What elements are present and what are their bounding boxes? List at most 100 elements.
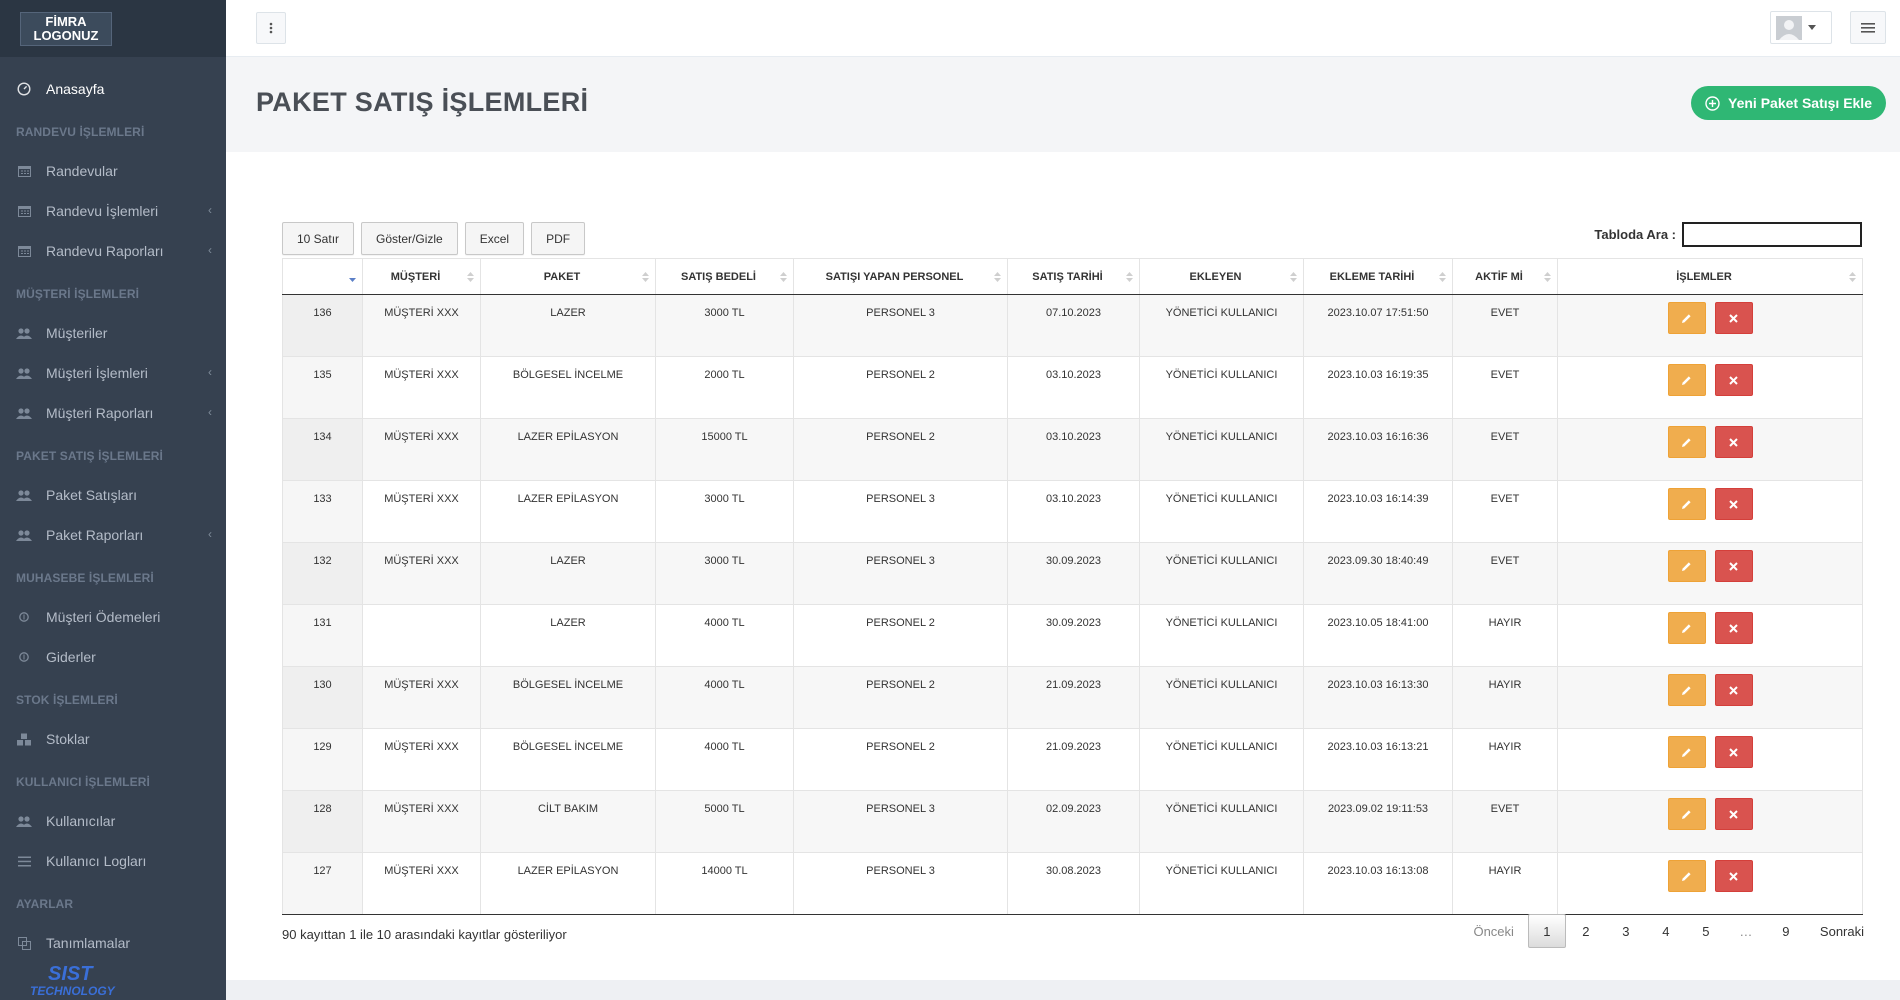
content-panel: 10 Satır Göster/Gizle Excel PDF Tabloda … <box>226 152 1900 980</box>
edit-button[interactable] <box>1667 488 1706 520</box>
sist-technology-logo: SIST TECHNOLOGY <box>30 964 116 998</box>
column-header[interactable]: MÜŞTERİ <box>362 258 481 295</box>
edit-button[interactable] <box>1667 798 1706 830</box>
export-pdf-button[interactable]: PDF <box>531 222 586 255</box>
delete-button[interactable] <box>1714 426 1753 458</box>
actions-cell <box>1557 790 1863 853</box>
column-header[interactable] <box>282 258 363 295</box>
pagination-page[interactable]: 5 <box>1686 914 1726 948</box>
close-icon <box>1729 871 1738 881</box>
sidebar-item[interactable]: Tanımlamalar <box>0 923 226 963</box>
sidebar-item-anasayfa[interactable]: Anasayfa <box>0 69 226 109</box>
sidebar-item[interactable]: Paket Satışları <box>0 475 226 515</box>
column-header[interactable]: EKLEYEN <box>1139 258 1304 295</box>
column-header[interactable]: SATIŞ TARİHİ <box>1007 258 1140 295</box>
table-cell: EVET <box>1452 542 1558 605</box>
table-cell: 2023.10.05 18:41:00 <box>1303 604 1453 667</box>
table-cell: 131 <box>282 604 363 667</box>
search-input[interactable] <box>1682 222 1862 247</box>
edit-button[interactable] <box>1667 674 1706 706</box>
sort-icon <box>1126 272 1133 282</box>
table-cell: PERSONEL 3 <box>793 480 1008 543</box>
table-cell: 127 <box>282 852 363 915</box>
delete-button[interactable] <box>1714 550 1753 582</box>
table-cell: 4000 TL <box>655 728 794 791</box>
delete-button[interactable] <box>1714 364 1753 396</box>
pagination-page[interactable]: 4 <box>1646 914 1686 948</box>
table-cell: LAZER <box>480 294 656 357</box>
delete-button[interactable] <box>1714 488 1753 520</box>
quick-sidebar-toggle[interactable] <box>1850 11 1886 44</box>
table-cell: 2023.10.03 16:19:35 <box>1303 356 1453 419</box>
edit-button[interactable] <box>1667 612 1706 644</box>
table-cell: 03.10.2023 <box>1007 356 1140 419</box>
column-header-label: EKLEME TARİHİ <box>1329 270 1415 283</box>
column-header[interactable]: PAKET <box>480 258 656 295</box>
sidebar-item[interactable]: Paket Raporları ‹ <box>0 515 226 555</box>
column-header[interactable]: İŞLEMLER <box>1557 258 1863 295</box>
delete-button[interactable] <box>1714 860 1753 892</box>
sidebar: FİMRA LOGONUZ Anasayfa RANDEVU İŞLEMLERİ R… <box>0 0 226 1000</box>
pagination-next[interactable]: Sonraki <box>1812 914 1872 948</box>
edit-button[interactable] <box>1667 302 1706 334</box>
table-cell: MÜŞTERİ XXX <box>362 418 481 481</box>
close-icon <box>1729 685 1738 695</box>
edit-button[interactable] <box>1667 426 1706 458</box>
actions-cell <box>1557 728 1863 791</box>
sidebar-item[interactable]: Müşteri Raporları ‹ <box>0 393 226 433</box>
calendar-icon <box>16 164 32 178</box>
edit-button[interactable] <box>1667 364 1706 396</box>
edit-button[interactable] <box>1667 550 1706 582</box>
sidebar-item[interactable]: Randevu İşlemleri ‹ <box>0 191 226 231</box>
table-row: 127 MÜŞTERİ XXX LAZER EPİLASYON 14000 TL PER… <box>282 852 1863 915</box>
pagination-page[interactable]: 1 <box>1527 914 1566 948</box>
export-excel-button[interactable]: Excel <box>464 222 525 255</box>
chevron-left-icon: ‹ <box>208 365 212 379</box>
page-head: PAKET SATIŞ İŞLEMLERİ Yeni Paket Satışı … <box>226 57 1900 152</box>
page-length-button[interactable]: 10 Satır <box>282 222 355 255</box>
column-header[interactable]: SATIŞI YAPAN PERSONEL <box>793 258 1008 295</box>
table-cell: YÖNETİCİ KULLANICI <box>1139 666 1304 729</box>
pagination-page[interactable]: 2 <box>1566 914 1606 948</box>
column-header[interactable]: AKTİF Mİ <box>1452 258 1558 295</box>
menu-toggle-button[interactable] <box>256 12 286 44</box>
delete-button[interactable] <box>1714 674 1753 706</box>
column-header[interactable]: SATIŞ BEDELİ <box>655 258 794 295</box>
cubes-icon <box>16 732 32 746</box>
add-package-sale-button[interactable]: Yeni Paket Satışı Ekle <box>1691 86 1886 120</box>
page-title: PAKET SATIŞ İŞLEMLERİ <box>256 87 589 117</box>
top-bar <box>226 0 1900 57</box>
sidebar-item[interactable]: Randevular <box>0 151 226 191</box>
pagination-page[interactable]: 3 <box>1606 914 1646 948</box>
pagination-prev[interactable]: Önceki <box>1465 914 1521 948</box>
sidebar-item[interactable]: Müşteriler <box>0 313 226 353</box>
pencil-icon <box>1682 375 1691 385</box>
sidebar-item[interactable]: Müşteri İşlemleri ‹ <box>0 353 226 393</box>
user-menu-button[interactable] <box>1770 11 1832 44</box>
pagination-page[interactable]: 9 <box>1766 914 1806 948</box>
column-visibility-button[interactable]: Göster/Gizle <box>361 222 458 255</box>
delete-button[interactable] <box>1714 798 1753 830</box>
sidebar-item[interactable]: Stoklar <box>0 719 226 759</box>
edit-button[interactable] <box>1667 860 1706 892</box>
column-header[interactable]: EKLEME TARİHİ <box>1303 258 1453 295</box>
delete-button[interactable] <box>1714 736 1753 768</box>
pencil-icon <box>1682 809 1691 819</box>
delete-button[interactable] <box>1714 612 1753 644</box>
chevron-left-icon: ‹ <box>208 203 212 217</box>
sidebar-item[interactable]: Randevu Raporları ‹ <box>0 231 226 271</box>
sidebar-item[interactable]: Müşteri Ödemeleri <box>0 597 226 637</box>
sidebar-heading: AYARLAR <box>16 897 74 911</box>
sidebar-item[interactable]: Kullanıcı Logları <box>0 841 226 881</box>
sidebar-item[interactable]: Giderler <box>0 637 226 677</box>
sidebar-item[interactable]: Kullanıcılar <box>0 801 226 841</box>
pencil-icon <box>1682 437 1691 447</box>
close-icon <box>1729 499 1738 509</box>
table-cell: YÖNETİCİ KULLANICI <box>1139 852 1304 915</box>
table-row: 133 MÜŞTERİ XXX LAZER EPİLASYON 3000 TL PERS… <box>282 480 1863 543</box>
company-logo[interactable]: FİMRA LOGONUZ <box>20 11 112 46</box>
column-header-label: SATIŞ BEDELİ <box>681 270 756 283</box>
table-info: 90 kayıttan 1 ile 10 arasındaki kayıtlar… <box>282 927 567 942</box>
edit-button[interactable] <box>1667 736 1706 768</box>
delete-button[interactable] <box>1714 302 1753 334</box>
